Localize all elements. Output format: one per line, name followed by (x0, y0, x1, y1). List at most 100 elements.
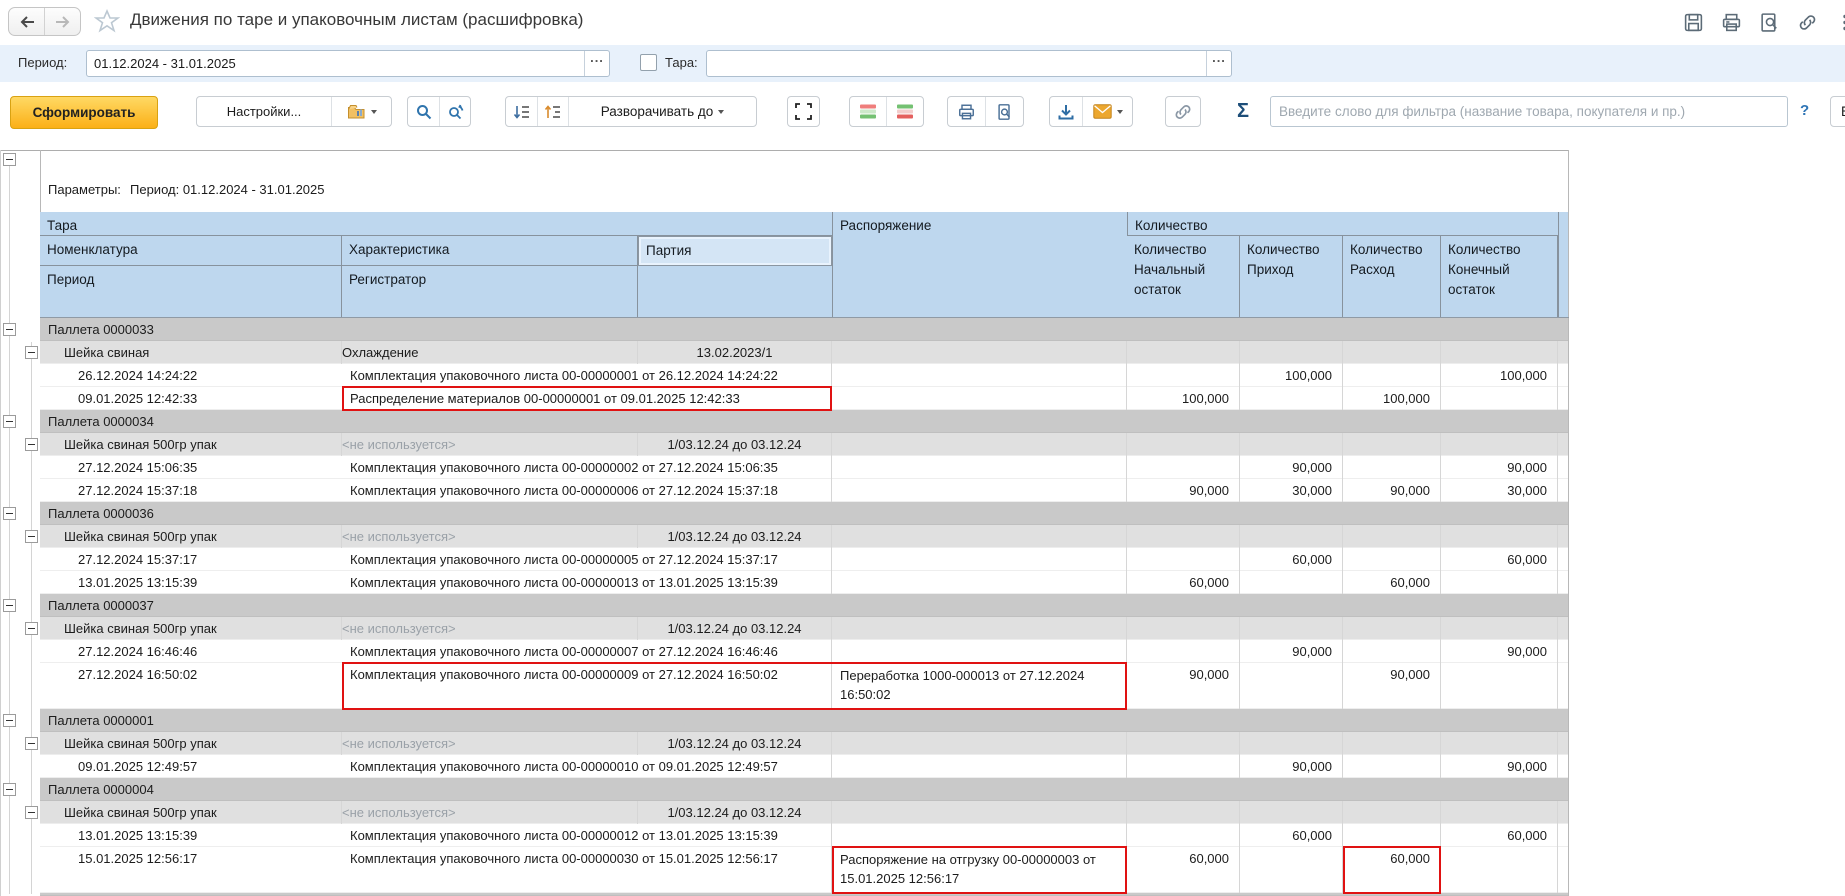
expander-minus-icon[interactable] (3, 599, 16, 612)
print-report-button[interactable] (948, 97, 985, 126)
cell-nomenclature: Шейка свиная (40, 341, 342, 364)
header-cell-order[interactable]: Распоряжение (832, 212, 1128, 318)
tara-input[interactable] (707, 51, 1206, 76)
expander-minus-icon[interactable] (25, 530, 38, 543)
more-vertical-icon[interactable] (1834, 11, 1845, 33)
data-row[interactable]: 15.01.2025 12:56:17Комплектация упаковоч… (0, 847, 1569, 893)
expand-groups-button[interactable] (537, 97, 568, 126)
expander-minus-icon[interactable] (3, 783, 16, 796)
cell-quantity-q2: 60,000 (1240, 548, 1343, 571)
header-cell-tara[interactable]: Тара (40, 212, 832, 236)
group-row[interactable]: Паллета 0000004 (0, 778, 1569, 801)
data-row[interactable]: 27.12.2024 15:37:17Комплектация упаковоч… (0, 548, 1569, 571)
expander-minus-icon[interactable] (3, 415, 16, 428)
subgroup-row[interactable]: Шейка свиная 500гр упак<не используется>… (0, 801, 1569, 824)
expander-minus-icon[interactable] (25, 438, 38, 451)
get-link-button[interactable] (1165, 96, 1201, 127)
fullscreen-button[interactable] (787, 96, 820, 127)
search-button[interactable] (408, 97, 439, 126)
period-choose-button[interactable]: ... (584, 51, 609, 76)
search-next-button[interactable] (439, 97, 470, 126)
generate-button[interactable]: Сформировать (10, 96, 158, 129)
cell-characteristic: Охлаждение (342, 341, 638, 364)
header-cell-nomenclature[interactable]: Номенклатура (40, 236, 342, 266)
header-cell-period[interactable]: Период (40, 266, 342, 318)
expander-minus-icon[interactable] (3, 153, 16, 166)
data-row[interactable]: 27.12.2024 16:50:02Комплектация упаковоч… (0, 663, 1569, 709)
search-group (407, 96, 471, 127)
dropdown-caret-icon (371, 110, 377, 114)
save-icon[interactable] (1682, 11, 1704, 33)
header-cell-registrar[interactable]: Регистратор (342, 266, 638, 318)
data-row[interactable]: 13.01.2025 13:15:39Комплектация упаковоч… (0, 824, 1569, 847)
settings-button[interactable]: Настройки... (197, 97, 331, 126)
print-preview-button[interactable] (985, 97, 1022, 126)
cell-order (832, 341, 1127, 364)
forward-button[interactable] (44, 8, 80, 35)
cell-quantity-q3: 100,000 (1343, 387, 1441, 410)
group-row[interactable]: Паллета 0000001 (0, 709, 1569, 732)
cell-quantity-q4 (1441, 847, 1558, 893)
subgroup-row[interactable]: Шейка свиная 500гр упак<не используется>… (0, 525, 1569, 548)
quick-filter-input[interactable] (1270, 96, 1788, 127)
group-label: Паллета 0000001 (40, 709, 1568, 732)
header-cell-batch-selected[interactable]: Партия (638, 236, 832, 266)
data-row[interactable]: 27.12.2024 15:06:35Комплектация упаковоч… (0, 456, 1569, 479)
params-label: Параметры: (48, 182, 121, 197)
cell-q4 (1441, 732, 1558, 755)
cell-quantity-q1: 60,000 (1127, 571, 1240, 594)
collapse-groups-button[interactable] (506, 97, 537, 126)
cell-nomenclature: Шейка свиная 500гр упак (40, 525, 342, 548)
expand-to-button[interactable]: Разворачивать до (568, 97, 756, 126)
email-button[interactable] (1082, 97, 1132, 126)
subgroup-row[interactable]: Шейка свинаяОхлаждение13.02.2023/1 (0, 341, 1569, 364)
expander-minus-icon[interactable] (25, 806, 38, 819)
expander-minus-icon[interactable] (25, 346, 38, 359)
header-cell-characteristic[interactable]: Характеристика (342, 236, 638, 266)
conditional-appearance-off-button[interactable] (886, 97, 922, 126)
header-cell-quantity-2[interactable]: КоличествоПриход (1240, 236, 1343, 318)
period-input[interactable] (87, 51, 584, 76)
back-button[interactable] (9, 8, 44, 35)
subgroup-row[interactable]: Шейка свиная 500гр упак<не используется>… (0, 732, 1569, 755)
conditional-appearance-on-button[interactable] (850, 97, 886, 126)
header-cell-quantity-3[interactable]: КоличествоРасход (1343, 236, 1441, 318)
header-cell-batch-empty[interactable] (638, 266, 832, 318)
data-row[interactable]: 13.01.2025 13:15:39Комплектация упаковоч… (0, 571, 1569, 594)
preview-icon[interactable] (1758, 11, 1780, 33)
cell-period: 13.01.2025 13:15:39 (40, 824, 342, 847)
data-row[interactable]: 27.12.2024 16:46:46Комплектация упаковоч… (0, 640, 1569, 663)
group-row[interactable]: Паллета 0000036 (0, 502, 1569, 525)
tara-choose-button[interactable]: ... (1206, 51, 1231, 76)
favorite-star-icon[interactable] (94, 8, 120, 34)
data-row[interactable]: 09.01.2025 12:49:57Комплектация упаковоч… (0, 755, 1569, 778)
cell-q1 (1127, 433, 1240, 456)
print-icon[interactable] (1720, 11, 1742, 33)
expander-minus-icon[interactable] (25, 737, 38, 750)
cell-q2 (1240, 617, 1343, 640)
save-file-button[interactable] (1050, 97, 1082, 126)
cell-order (832, 479, 1127, 502)
settings-variant-button[interactable] (331, 97, 391, 126)
subgroup-row[interactable]: Шейка свиная 500гр упак<не используется>… (0, 433, 1569, 456)
expander-minus-icon[interactable] (3, 507, 16, 520)
help-button[interactable]: ? (1800, 102, 1809, 119)
subgroup-row[interactable]: Шейка свиная 500гр упак<не используется>… (0, 617, 1569, 640)
expander-minus-icon[interactable] (3, 323, 16, 336)
data-row[interactable]: 09.01.2025 12:42:33Распределение материа… (0, 387, 1569, 410)
sum-button[interactable]: Σ (1237, 100, 1249, 123)
link-icon[interactable] (1796, 11, 1818, 33)
cell-registrar: Комплектация упаковочного листа 00-00000… (342, 456, 832, 479)
tara-checkbox[interactable] (640, 54, 657, 71)
expander-minus-icon[interactable] (3, 714, 16, 727)
more-button[interactable]: Ещё (1830, 96, 1845, 127)
header-cell-quantity-group[interactable]: Количество (1128, 212, 1558, 236)
header-cell-quantity-1[interactable]: КоличествоНачальныйостаток (1127, 236, 1240, 318)
data-row[interactable]: 27.12.2024 15:37:18Комплектация упаковоч… (0, 479, 1569, 502)
group-row[interactable]: Паллета 0000037 (0, 594, 1569, 617)
group-row[interactable]: Паллета 0000034 (0, 410, 1569, 433)
data-row[interactable]: 26.12.2024 14:24:22Комплектация упаковоч… (0, 364, 1569, 387)
group-row[interactable]: Паллета 0000033 (0, 318, 1569, 341)
header-cell-quantity-4[interactable]: КоличествоКонечныйостаток (1441, 236, 1558, 318)
expander-minus-icon[interactable] (25, 622, 38, 635)
